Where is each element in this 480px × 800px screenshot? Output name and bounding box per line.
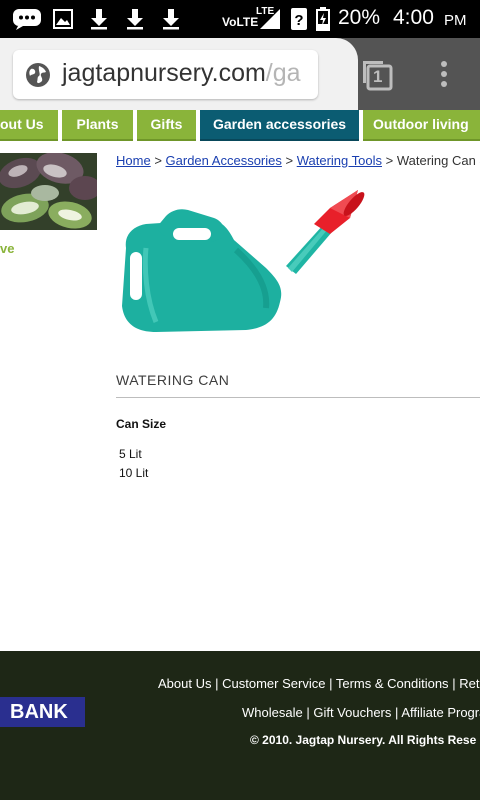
sidebar-caption[interactable]: ve [0, 241, 14, 256]
sidebar-plant-image[interactable] [0, 153, 97, 230]
nav-plants[interactable]: Plants [62, 110, 133, 141]
clock-ampm: PM [444, 12, 467, 29]
globe-icon [26, 63, 50, 87]
address-bar[interactable]: jagtapnursery.com/ga [13, 50, 318, 99]
title-divider [116, 397, 480, 398]
breadcrumb-garden-accessories[interactable]: Garden Accessories [166, 153, 282, 168]
nav-gifts[interactable]: Gifts [137, 110, 196, 141]
overflow-menu-button[interactable] [437, 59, 451, 89]
product-title: WATERING CAN [116, 372, 230, 388]
unknown-sim-icon: ? [290, 8, 308, 30]
more-vert-icon [441, 61, 447, 87]
image-notification-icon [53, 8, 73, 30]
browser-toolbar: jagtapnursery.com/ga 1 [0, 38, 480, 110]
size-option-5lit[interactable]: 5 Lit [119, 447, 142, 461]
can-size-label: Can Size [116, 417, 167, 431]
tab-switcher-button[interactable]: 1 [360, 58, 394, 92]
footer-link-gift-vouchers[interactable]: Gift Vouchers [313, 705, 391, 720]
footer-link-customer-service[interactable]: Customer Service [222, 676, 325, 691]
download-icon [160, 8, 182, 30]
clock-time: 4:00 [393, 6, 434, 29]
breadcrumb-separator: > [385, 153, 394, 168]
copyright-text: © 2010. Jagtap Nursery. All Rights Rese [250, 733, 477, 747]
product-image [116, 188, 366, 336]
nav-about-us[interactable]: out Us [0, 110, 58, 141]
footer-separator: | [215, 676, 219, 691]
breadcrumb-current: Watering Can 33 [396, 153, 480, 168]
size-option-10lit[interactable]: 10 Lit [119, 466, 148, 480]
url-host: jagtapnursery.com [62, 59, 266, 87]
bank-logo-text: BANK [10, 701, 68, 723]
bank-logo[interactable]: BANK [0, 697, 85, 727]
footer-link-terms[interactable]: Terms & Conditions [336, 676, 449, 691]
main-nav: out Us Plants Gifts Garden accessories O… [0, 110, 480, 141]
breadcrumb-separator: > [285, 153, 294, 168]
nav-outdoor-living[interactable]: Outdoor living [363, 110, 480, 141]
chat-notification-icon [12, 8, 42, 30]
breadcrumb-home[interactable]: Home [116, 153, 151, 168]
url-text: jagtapnursery.com/ga [62, 59, 301, 88]
breadcrumb-watering-tools[interactable]: Watering Tools [297, 153, 382, 168]
footer-link-returns[interactable]: Retur [459, 676, 480, 691]
battery-percent: 20% [338, 6, 381, 29]
footer-separator: | [395, 705, 399, 720]
download-icon [88, 8, 110, 30]
footer-links-row-2: Wholesale | Gift Vouchers | Affiliate Pr… [242, 705, 480, 720]
nav-garden-accessories[interactable]: Garden accessories [200, 110, 359, 141]
svg-text:?: ? [294, 12, 303, 29]
footer-link-about-us[interactable]: About Us [158, 676, 211, 691]
download-icon [124, 8, 146, 30]
tab-count: 1 [373, 67, 383, 86]
status-bar: VoLTE LTE ? 20% 4:00 PM [0, 0, 480, 38]
footer-link-affiliate[interactable]: Affiliate Progra [401, 705, 480, 720]
footer-separator: | [452, 676, 456, 691]
signal-icon [258, 8, 282, 30]
breadcrumb-separator: > [154, 153, 162, 168]
volte-label: VoLTE [222, 15, 259, 29]
footer-link-wholesale[interactable]: Wholesale [242, 705, 303, 720]
url-path: /ga [265, 59, 301, 87]
breadcrumb: Home > Garden Accessories > Watering Too… [116, 153, 480, 168]
battery-icon [315, 7, 331, 31]
footer-links-row-1: About Us | Customer Service | Terms & Co… [158, 676, 480, 691]
footer-separator: | [306, 705, 310, 720]
footer-separator: | [329, 676, 333, 691]
